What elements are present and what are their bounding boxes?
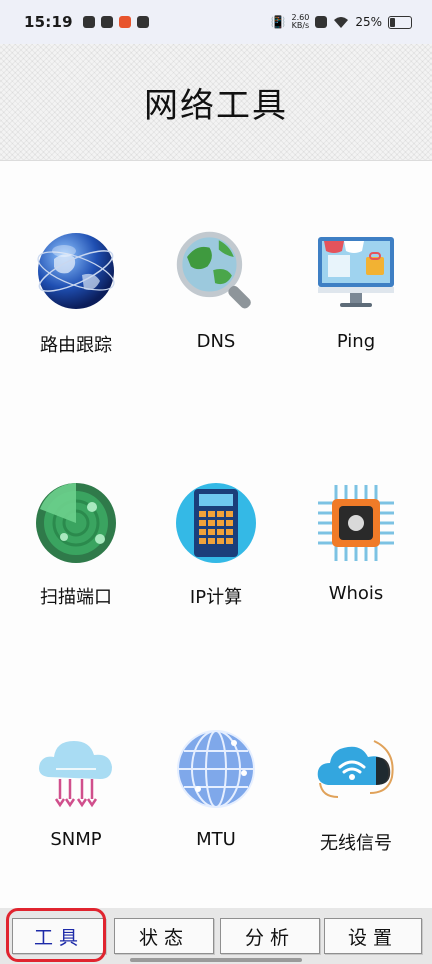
clock: 15:19 — [24, 13, 73, 31]
app-notification-icon — [82, 16, 95, 28]
tools-grid: 路由跟踪 DNS Ping 扫描端口 IP计算 Whois SNMP MTU 无… — [0, 161, 432, 906]
tool-label: MTU — [196, 829, 236, 850]
home-indicator[interactable] — [130, 958, 302, 962]
tab-status[interactable]: 状态 — [114, 918, 214, 954]
app-badge-icon — [118, 16, 131, 28]
bottom-nav: 工具 状态 分析 设置 — [0, 908, 432, 964]
tool-label: 无线信号 — [320, 833, 392, 854]
tool-label: Whois — [328, 583, 384, 604]
tool-label: 扫描端口 — [40, 587, 112, 608]
tab-tools[interactable]: 工具 — [12, 918, 106, 954]
notification-icons — [82, 16, 149, 28]
globe-icon — [34, 229, 118, 313]
tab-settings[interactable]: 设置 — [324, 918, 422, 954]
tool-wireless-signal[interactable]: 无线信号 — [286, 727, 426, 877]
chip-icon — [314, 481, 398, 565]
vibrate-icon: 📳 — [270, 15, 286, 29]
app-header: 网络工具 — [0, 44, 432, 161]
tool-mtu[interactable]: MTU — [146, 727, 286, 877]
page-title: 网络工具 — [144, 85, 288, 126]
radar-icon — [34, 481, 118, 565]
tool-dns[interactable]: DNS — [146, 229, 286, 379]
tool-snmp[interactable]: SNMP — [6, 727, 146, 877]
cloud-network-icon — [34, 727, 118, 811]
tool-label: DNS — [196, 331, 236, 352]
tool-label: SNMP — [50, 829, 102, 850]
wifi-cloud-icon — [314, 727, 398, 811]
play-notification-icon — [136, 16, 149, 28]
battery-icon — [388, 15, 412, 29]
magnifier-globe-icon — [174, 229, 258, 313]
monitor-store-icon — [314, 229, 398, 313]
tool-whois[interactable]: Whois — [286, 481, 426, 631]
battery-percent: 25% — [355, 15, 382, 29]
tool-label: IP计算 — [189, 587, 243, 608]
tab-analysis[interactable]: 分析 — [220, 918, 320, 954]
status-bar: 15:19 📳 2.60 KB/s 25% — [0, 0, 432, 44]
calculator-icon — [174, 481, 258, 565]
system-tray: 📳 2.60 KB/s 25% — [271, 14, 412, 30]
wifi-icon — [334, 16, 349, 28]
mail-notification-icon — [100, 16, 113, 28]
tool-label: Ping — [336, 331, 376, 352]
network-speed-unit: KB/s — [291, 21, 310, 30]
tool-ip-calc[interactable]: IP计算 — [146, 481, 286, 631]
tool-port-scan[interactable]: 扫描端口 — [6, 481, 146, 631]
wire-globe-icon — [174, 727, 258, 811]
sim-off-icon — [315, 16, 328, 28]
network-speed: 2.60 KB/s — [292, 14, 310, 30]
tool-label: 路由跟踪 — [40, 335, 112, 356]
tool-ping[interactable]: Ping — [286, 229, 426, 379]
tool-traceroute[interactable]: 路由跟踪 — [6, 229, 146, 379]
